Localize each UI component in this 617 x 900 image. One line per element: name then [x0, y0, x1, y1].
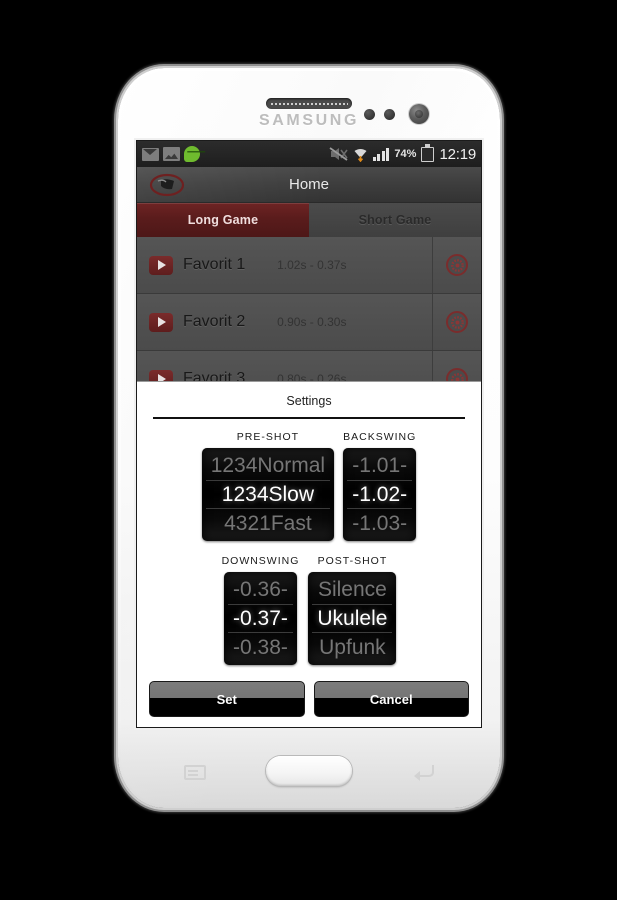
earpiece-speaker: [266, 98, 352, 109]
picker-option-selected[interactable]: Ukulele: [308, 604, 396, 633]
front-camera-icon: [409, 104, 429, 124]
favorite-name: Favorit 1: [183, 256, 246, 273]
picker-option-below[interactable]: -1.03-: [343, 509, 416, 538]
samsung-brand-logo: SAMSUNG: [259, 112, 359, 129]
dialog-title-divider: [153, 417, 465, 419]
picker-option-below[interactable]: Upfunk: [308, 633, 396, 662]
picker-downswing[interactable]: -0.36- -0.37- -0.38-: [224, 572, 297, 665]
phone-device: SAMSUNG ⸺ 74% 12:19 Home Long Game Short…: [118, 68, 500, 808]
picker-label-downswing: DOWNSWING: [221, 555, 300, 567]
chat-icon: [184, 143, 205, 162]
picker-row-bottom: DOWNSWING -0.36- -0.37- -0.38- POST-SHOT…: [147, 555, 471, 665]
home-button[interactable]: [266, 756, 352, 786]
picker-group-backswing: BACKSWING -1.01- -1.02- -1.03-: [343, 431, 417, 541]
picker-post-shot[interactable]: Silence Ukulele Upfunk: [308, 572, 397, 665]
proximity-sensor-icon: [364, 109, 375, 120]
picker-option-above[interactable]: 1234Normal: [202, 451, 334, 480]
picker-group-post-shot: POST-SHOT Silence Ukulele Upfunk: [308, 555, 397, 665]
settings-dialog: Settings PRE-SHOT 1234Normal 1234Slow 43…: [137, 381, 481, 727]
wifi-icon: [353, 147, 368, 162]
status-bar-system-icons: 74% 12:19: [329, 144, 476, 163]
picker-option-above[interactable]: -1.01-: [343, 451, 416, 480]
favorite-times: 1.02s - 0.37s: [277, 258, 347, 272]
row-divider: [432, 294, 433, 350]
picker-label-post-shot: POST-SHOT: [317, 555, 388, 567]
status-bar: 74% 12:19: [137, 141, 481, 167]
list-item[interactable]: Favorit 2 0.90s - 0.30s: [137, 294, 481, 351]
picker-option-above[interactable]: Silence: [308, 575, 396, 604]
status-clock: 12:19: [439, 145, 476, 163]
picker-option-selected[interactable]: -1.02-: [343, 480, 416, 509]
favorite-times: 0.90s - 0.30s: [277, 315, 347, 329]
picker-option-selected[interactable]: -0.37-: [224, 604, 297, 633]
row-divider: [432, 237, 433, 293]
picker-row-top: PRE-SHOT 1234Normal 1234Slow 4321Fast BA…: [147, 431, 471, 541]
cancel-button[interactable]: Cancel: [313, 681, 469, 717]
battery-percent-label: 74%: [394, 148, 417, 160]
action-bar: Home: [137, 167, 481, 203]
back-key-icon[interactable]: [410, 762, 436, 782]
picker-label-pre-shot: PRE-SHOT: [236, 431, 300, 443]
picker-backswing[interactable]: -1.01- -1.02- -1.03-: [343, 448, 417, 541]
light-sensor-icon: [384, 109, 395, 120]
play-icon[interactable]: [149, 312, 173, 332]
menu-key-icon[interactable]: [184, 765, 206, 780]
dialog-title: Settings: [286, 394, 332, 408]
tab-long-game[interactable]: Long Game: [137, 203, 309, 237]
gear-icon[interactable]: [446, 311, 468, 333]
play-icon[interactable]: [149, 255, 173, 275]
picker-option-above[interactable]: -0.36-: [224, 575, 297, 604]
picker-pre-shot[interactable]: 1234Normal 1234Slow 4321Fast: [201, 448, 335, 541]
picker-group-downswing: DOWNSWING -0.36- -0.37- -0.38-: [222, 555, 300, 665]
page-title: Home: [288, 176, 329, 193]
picker-option-below[interactable]: 4321Fast: [202, 509, 334, 538]
picker-option-below[interactable]: -0.38-: [224, 633, 297, 662]
set-button[interactable]: Set: [149, 681, 305, 717]
battery-icon: [421, 144, 435, 162]
picker-option-selected[interactable]: 1234Slow: [202, 480, 334, 509]
picker-label-backswing: BACKSWING: [343, 431, 417, 443]
status-bar-notifications: [142, 143, 205, 162]
image-icon: [163, 147, 180, 161]
signal-bars-icon: [372, 147, 390, 161]
tab-bar: Long Game Short Game: [137, 203, 481, 237]
gear-icon[interactable]: [446, 254, 468, 276]
favorite-name: Favorit 2: [183, 313, 246, 330]
picker-group-pre-shot: PRE-SHOT 1234Normal 1234Slow 4321Fast: [201, 431, 335, 541]
mute-icon: [329, 147, 348, 161]
tab-short-game[interactable]: Short Game: [309, 203, 481, 237]
dialog-buttons: Set Cancel: [149, 681, 469, 717]
list-item[interactable]: Favorit 1 1.02s - 0.37s: [137, 237, 481, 294]
phone-screen: 74% 12:19 Home Long Game Short Game: [137, 141, 481, 727]
mail-icon: [142, 147, 159, 161]
